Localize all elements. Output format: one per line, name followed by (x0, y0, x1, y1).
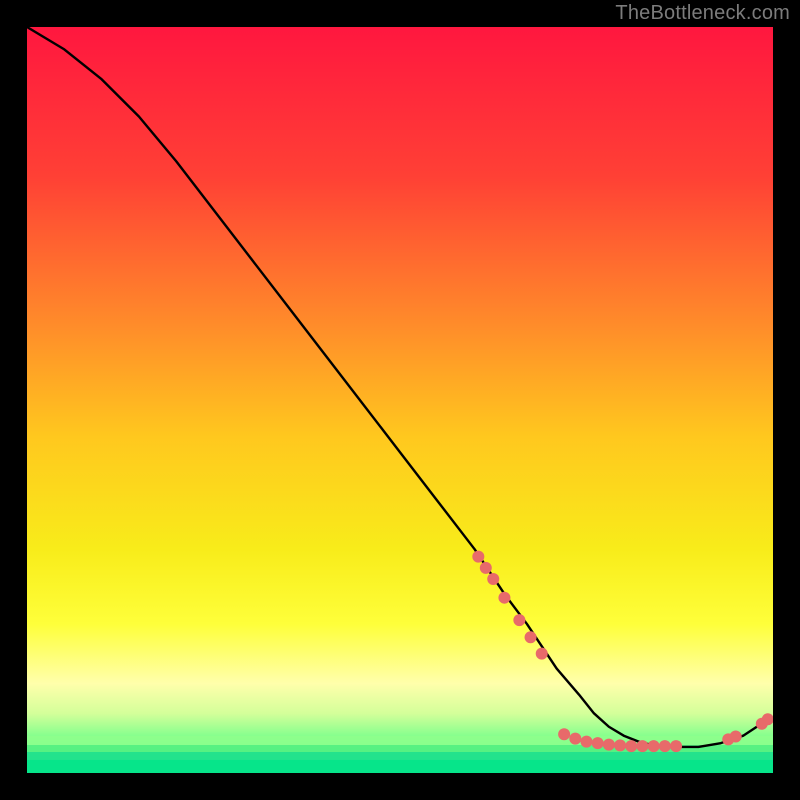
data-marker (472, 551, 484, 563)
data-marker (536, 648, 548, 660)
watermark-text: TheBottleneck.com (615, 2, 790, 25)
bottleneck-curve (27, 27, 769, 747)
curve-svg (27, 27, 773, 773)
data-marker (581, 736, 593, 748)
data-marker (730, 730, 742, 742)
data-marker (670, 740, 682, 752)
chart-frame: TheBottleneck.com (0, 0, 800, 800)
data-marker (513, 614, 525, 626)
marker-group (472, 551, 773, 752)
data-marker (659, 740, 671, 752)
data-marker (525, 631, 537, 643)
data-marker (625, 740, 637, 752)
data-marker (592, 737, 604, 749)
data-marker (648, 740, 660, 752)
data-marker (558, 728, 570, 740)
data-marker (636, 740, 648, 752)
data-marker (498, 592, 510, 604)
plot-area (27, 27, 773, 773)
data-marker (603, 739, 615, 751)
data-marker (487, 573, 499, 585)
data-marker (614, 739, 626, 751)
data-marker (569, 733, 581, 745)
data-marker (480, 562, 492, 574)
